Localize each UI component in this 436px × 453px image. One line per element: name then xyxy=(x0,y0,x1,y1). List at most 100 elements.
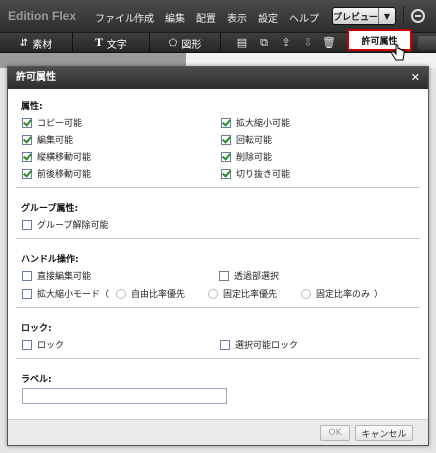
checkbox-label: グループ解除可能 xyxy=(37,221,109,231)
cancel-button[interactable]: キャンセル xyxy=(355,425,413,441)
menu-view[interactable]: 表示 xyxy=(227,10,247,25)
checkbox-checked-icon xyxy=(22,168,32,179)
checkbox-checked-icon xyxy=(221,151,231,162)
material-label: 素材 xyxy=(32,39,53,51)
menu-divider xyxy=(403,6,404,26)
material-button[interactable]: ⇵ 素材 xyxy=(0,33,73,53)
zoom-out-icon[interactable] xyxy=(411,9,425,23)
send-back-icon[interactable]: ⇩ xyxy=(302,37,314,49)
section-divider xyxy=(16,307,420,308)
dialog-body: 属性: コピー可能 拡大縮小可能 編集可能 回転可能 縦横移動可能 削除可能 前… xyxy=(8,89,428,419)
section-divider xyxy=(16,358,420,359)
radio-icon xyxy=(301,288,311,299)
checkbox-label: ロック xyxy=(37,341,65,351)
checkbox-icon xyxy=(22,288,32,299)
scalable-checkbox[interactable]: 拡大縮小可能 xyxy=(221,116,290,129)
copyable-checkbox[interactable]: コピー可能 xyxy=(22,116,82,129)
close-icon[interactable]: ✕ xyxy=(411,67,420,89)
selectable-lock-checkbox[interactable]: 選択可能ロック xyxy=(220,338,298,351)
dialog-title: 許可属性 xyxy=(16,72,56,83)
radio-icon xyxy=(208,288,218,299)
menu-settings[interactable]: 設定 xyxy=(258,10,278,25)
checkbox-label: コピー可能 xyxy=(37,119,83,129)
permission-dialog: 許可属性 ✕ 属性: コピー可能 拡大縮小可能 編集可能 回転可能 縦横移動可能… xyxy=(7,66,429,446)
xy-movable-checkbox[interactable]: 縦横移動可能 xyxy=(22,150,91,163)
editable-checkbox[interactable]: 編集可能 xyxy=(22,133,73,146)
close-paren: ） xyxy=(374,290,384,300)
page-icon[interactable]: ▤ xyxy=(236,37,248,49)
checkbox-label: 編集可能 xyxy=(37,136,74,146)
trash-icon[interactable]: 🗑 xyxy=(322,37,336,49)
group-icon[interactable]: ⧉ xyxy=(258,37,270,49)
checkbox-checked-icon xyxy=(221,117,231,128)
scale-mode-checkbox[interactable]: 拡大縮小モード（ xyxy=(22,287,109,300)
shape-button[interactable]: ⬠ 図形 xyxy=(150,33,221,53)
checkbox-icon xyxy=(22,219,32,230)
label-title: ラベル: xyxy=(21,375,52,385)
radio-label: 固定比率のみ xyxy=(316,290,371,300)
menu-arrange[interactable]: 配置 xyxy=(196,10,216,25)
label-input[interactable] xyxy=(22,388,227,404)
menu-edit[interactable]: 編集 xyxy=(165,10,185,25)
menu-help[interactable]: ヘルプ xyxy=(289,10,319,25)
menu-create[interactable]: 作成 xyxy=(134,10,154,25)
text-label: 文字 xyxy=(106,39,127,51)
radio-label: 固定比率優先 xyxy=(223,290,278,300)
dialog-footer: OK キャンセル xyxy=(8,419,428,445)
section-divider xyxy=(16,238,420,239)
pentagon-icon: ⬠ xyxy=(168,37,178,49)
chevron-down-icon: ▼ xyxy=(383,11,391,21)
menu-file[interactable]: ファイル xyxy=(95,10,135,25)
checkbox-checked-icon xyxy=(221,134,231,145)
section-divider xyxy=(16,187,420,188)
lock-title: ロック: xyxy=(21,324,52,334)
preview-control: プレビュー ▼ xyxy=(332,7,396,25)
checkbox-label: 透過部選択 xyxy=(234,272,280,282)
app-logo: Edition Flex xyxy=(8,9,77,23)
croppable-checkbox[interactable]: 切り抜き可能 xyxy=(221,167,290,180)
radio-icon xyxy=(116,288,126,299)
checkbox-checked-icon xyxy=(22,134,32,145)
checkbox-icon xyxy=(220,339,230,350)
rotatable-checkbox[interactable]: 回転可能 xyxy=(221,133,272,146)
group-attributes-title: グループ属性: xyxy=(21,204,79,214)
direct-edit-checkbox[interactable]: 直接編集可能 xyxy=(22,269,91,282)
attributes-title: 属性: xyxy=(21,102,43,112)
checkbox-checked-icon xyxy=(221,168,231,179)
radio-label: 自由比率優先 xyxy=(131,290,186,300)
checkbox-label: 拡大縮小可能 xyxy=(236,119,291,129)
transparent-select-checkbox[interactable]: 透過部選択 xyxy=(219,269,279,282)
bring-front-icon[interactable]: ⇪ xyxy=(280,37,292,49)
ok-button[interactable]: OK xyxy=(320,425,350,441)
toolbar-overflow-button[interactable] xyxy=(418,36,436,50)
material-icon: ⇵ xyxy=(19,37,29,49)
ungroupable-checkbox[interactable]: グループ解除可能 xyxy=(22,218,108,231)
handle-operation-title: ハンドル操作: xyxy=(21,255,79,265)
checkbox-label: 削除可能 xyxy=(236,153,273,163)
checkbox-label: 拡大縮小モード（ xyxy=(37,290,110,300)
checkbox-label: 回転可能 xyxy=(236,136,273,146)
checkbox-label: 直接編集可能 xyxy=(37,272,92,282)
shape-label: 図形 xyxy=(181,39,202,51)
text-button[interactable]: T 文字 xyxy=(73,33,150,53)
lock-checkbox[interactable]: ロック xyxy=(22,338,64,351)
checkbox-label: 縦横移動可能 xyxy=(37,153,92,163)
checkbox-label: 切り抜き可能 xyxy=(236,170,291,180)
fixed-ratio-priority-radio[interactable]: 固定比率優先 xyxy=(208,287,277,300)
checkbox-icon xyxy=(22,270,32,281)
deletable-checkbox[interactable]: 削除可能 xyxy=(221,150,272,163)
preview-button[interactable]: プレビュー xyxy=(333,8,379,24)
hand-cursor-icon xyxy=(391,44,405,61)
checkbox-icon xyxy=(22,339,32,350)
z-order-movable-checkbox[interactable]: 前後移動可能 xyxy=(22,167,91,180)
checkbox-label: 前後移動可能 xyxy=(37,170,92,180)
preview-dropdown-button[interactable]: ▼ xyxy=(379,8,395,24)
dialog-titlebar: 許可属性 ✕ xyxy=(8,67,428,89)
free-ratio-radio[interactable]: 自由比率優先 xyxy=(116,287,185,300)
checkbox-checked-icon xyxy=(22,151,32,162)
text-icon: T xyxy=(95,37,103,49)
checkbox-icon xyxy=(219,270,229,281)
fixed-ratio-only-radio[interactable]: 固定比率のみ） xyxy=(301,287,383,300)
checkbox-checked-icon xyxy=(22,117,32,128)
checkbox-label: 選択可能ロック xyxy=(235,341,299,351)
